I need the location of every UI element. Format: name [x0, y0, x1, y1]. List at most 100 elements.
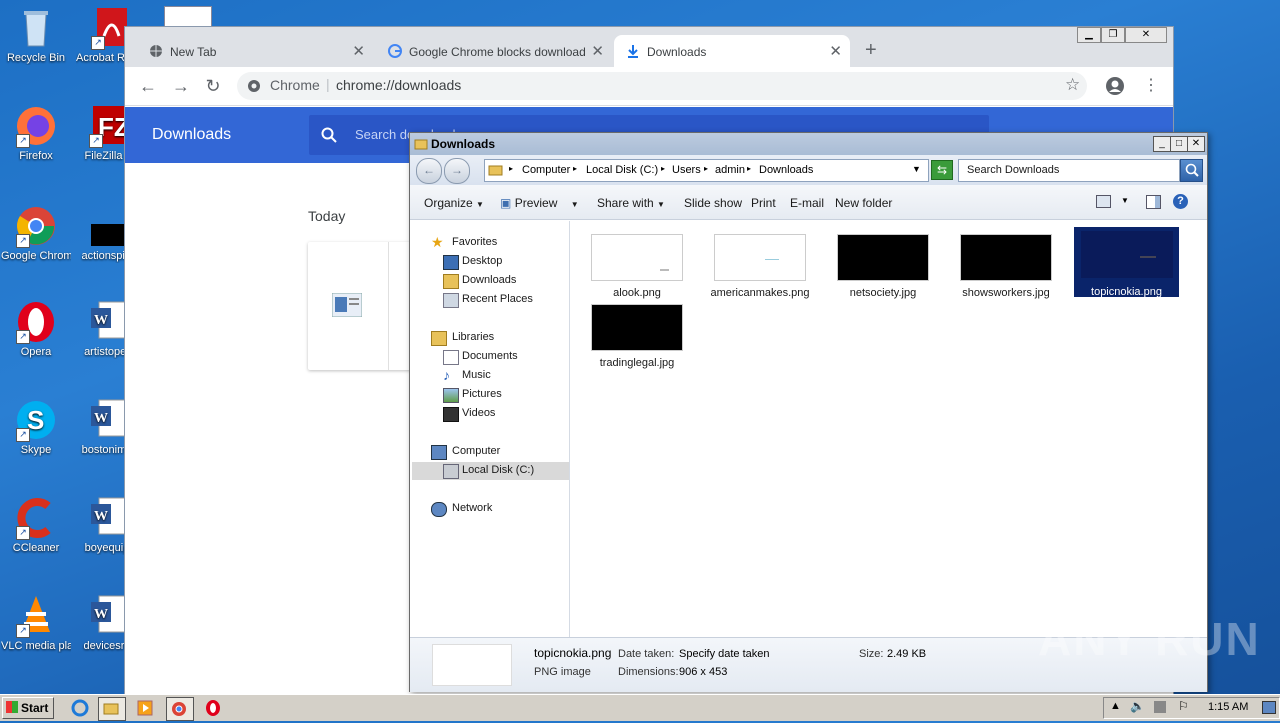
download-card[interactable] [308, 242, 418, 370]
network-tray-icon[interactable] [1154, 701, 1166, 713]
nav-videos[interactable]: Videos [412, 405, 569, 423]
anyrun-watermark: ANY RUN [1038, 613, 1261, 665]
start-button[interactable]: Start [2, 697, 54, 719]
chevron-down-icon[interactable]: ▼ [912, 164, 921, 174]
drive-icon [443, 464, 459, 479]
nav-desktop[interactable]: Desktop [412, 253, 569, 271]
file-item[interactable]: netsociety.jpg [828, 231, 938, 303]
share-with-button[interactable]: Share with ▼ [597, 196, 665, 210]
bookmark-star-icon[interactable]: ☆ [1065, 75, 1080, 95]
view-options-icon[interactable] [1096, 195, 1111, 208]
pictures-icon [443, 388, 459, 403]
nav-documents[interactable]: Documents [412, 348, 569, 366]
search-icon[interactable] [1180, 159, 1203, 182]
breadcrumb-users[interactable]: Users [672, 164, 701, 176]
close-window-button[interactable]: ✕ [1125, 27, 1167, 43]
nav-network[interactable]: Network [412, 500, 569, 518]
desktop-icon-ccleaner[interactable]: ↗ CCleaner [1, 496, 71, 555]
details-date-taken-label: Date taken: [618, 648, 675, 660]
file-name: americanmakes.png [710, 287, 810, 299]
nav-libraries[interactable]: Libraries [412, 329, 569, 347]
chevron-up-icon[interactable]: ▲ [1110, 700, 1121, 712]
close-tab-icon[interactable]: ✕ [591, 42, 604, 60]
back-arrow-icon[interactable]: ← [416, 158, 442, 184]
minimize-button[interactable]: ▁ [1077, 27, 1101, 43]
nav-computer[interactable]: Computer [412, 443, 569, 461]
volume-icon[interactable]: 🔈 [1130, 699, 1145, 713]
breadcrumb-downloads[interactable]: Downloads [759, 164, 813, 176]
details-dimensions-label: Dimensions: [618, 666, 679, 678]
file-thumbnail [714, 234, 806, 281]
details-date-taken-value[interactable]: Specify date taken [679, 648, 770, 660]
print-button[interactable]: Print [751, 196, 776, 210]
file-name: alook.png [613, 287, 661, 299]
desktop-icon-chrome[interactable]: ↗ Google Chrome [1, 204, 71, 263]
explorer-minimize-button[interactable]: _ [1153, 136, 1171, 152]
nav-music[interactable]: ♪ Music [412, 367, 569, 385]
file-item[interactable]: showsworkers.jpg [951, 231, 1061, 303]
new-tab-button[interactable]: + [865, 39, 877, 62]
file-item-selected[interactable]: topicnokia.png [1074, 227, 1179, 298]
menu-kebab-icon[interactable]: ⋮ [1143, 75, 1159, 95]
nav-recent-places[interactable]: Recent Places [412, 291, 569, 309]
desktop-icon-recycle-bin[interactable]: Recycle Bin [1, 6, 71, 65]
chevron-right-icon: ▸ [747, 164, 752, 173]
breadcrumb[interactable]: ▸ Computer ▸ Local Disk (C:) ▸ Users ▸ a… [484, 159, 929, 182]
tab-downloads[interactable]: Downloads ✕ [614, 35, 850, 67]
chrome-taskbar-icon[interactable] [166, 697, 194, 721]
nav-pictures[interactable]: Pictures [412, 386, 569, 404]
reload-icon[interactable]: ↻ [202, 75, 224, 97]
search-downloads-input[interactable]: Search Downloads [967, 164, 1059, 176]
network-icon [431, 502, 447, 517]
forward-arrow-icon[interactable]: → [170, 75, 192, 97]
explorer-taskbar-icon[interactable] [98, 697, 126, 721]
search-downloads-field[interactable]: Search Downloads [958, 159, 1180, 182]
file-item[interactable]: alook.png [582, 231, 692, 303]
tab-google-chrome-blocks[interactable]: Google Chrome blocks downloads - G ✕ [376, 35, 612, 67]
slide-show-button[interactable]: Slide show [684, 196, 742, 210]
new-folder-button[interactable]: New folder [835, 196, 892, 210]
chevron-down-icon[interactable]: ▼ [1121, 196, 1129, 205]
back-arrow-icon[interactable]: ← [137, 75, 159, 97]
nav-local-disk[interactable]: Local Disk (C:) [412, 462, 569, 480]
forward-arrow-icon[interactable]: → [444, 158, 470, 184]
close-tab-icon[interactable]: ✕ [352, 42, 365, 60]
help-icon[interactable]: ? [1173, 194, 1188, 209]
restore-button[interactable]: ❐ [1101, 27, 1125, 43]
tab-new-tab[interactable]: New Tab ✕ [137, 35, 373, 67]
organize-button[interactable]: Organize ▼ [424, 196, 484, 210]
desktop-icon-vlc[interactable]: ↗ VLC media player [1, 594, 71, 653]
nav-downloads[interactable]: Downloads [412, 272, 569, 290]
show-desktop-icon[interactable] [1262, 701, 1276, 714]
internet-explorer-icon[interactable] [68, 697, 94, 719]
explorer-maximize-button[interactable]: □ [1170, 136, 1188, 152]
flag-icon[interactable]: ⚐ [1178, 699, 1189, 713]
downloads-section-today: Today [308, 208, 346, 224]
tab-title: Downloads [647, 45, 707, 59]
email-button[interactable]: E-mail [790, 196, 824, 210]
card-divider [388, 242, 389, 370]
close-tab-icon[interactable]: ✕ [829, 42, 842, 60]
nav-favorites[interactable]: ★ Favorites [412, 234, 569, 252]
clock[interactable]: 1:15 AM [1208, 701, 1248, 713]
desktop-icon-label: Google Chrome [1, 250, 71, 262]
explorer-window: Downloads _ □ ✕ ← → ▸ Computer ▸ Local D… [409, 132, 1208, 692]
tab-strip: New Tab ✕ Google Chrome blocks downloads… [125, 27, 1173, 67]
preview-pane-icon[interactable] [1146, 195, 1161, 209]
breadcrumb-admin[interactable]: admin [715, 164, 745, 176]
refresh-icon[interactable]: ⇆ [931, 160, 953, 180]
opera-taskbar-icon[interactable] [201, 697, 227, 719]
desktop-icon-skype[interactable]: S ↗ Skype [1, 398, 71, 457]
omnibox[interactable]: Chrome | chrome://downloads ☆ [237, 72, 1087, 100]
desktop-icon-firefox[interactable]: ↗ Firefox [1, 104, 71, 163]
explorer-close-button[interactable]: ✕ [1187, 136, 1205, 152]
desktop-icon-opera[interactable]: ↗ Opera [1, 300, 71, 359]
breadcrumb-computer[interactable]: Computer [522, 164, 570, 176]
profile-avatar-icon[interactable] [1105, 76, 1125, 96]
file-item[interactable]: americanmakes.png [705, 231, 815, 303]
breadcrumb-local-disk[interactable]: Local Disk (C:) [586, 164, 658, 176]
media-player-icon[interactable] [133, 697, 159, 719]
preview-button[interactable]: ▣ Preview ▼ [500, 196, 579, 210]
nav-label: Recent Places [462, 293, 533, 305]
file-item[interactable]: tradinglegal.jpg [582, 301, 692, 373]
